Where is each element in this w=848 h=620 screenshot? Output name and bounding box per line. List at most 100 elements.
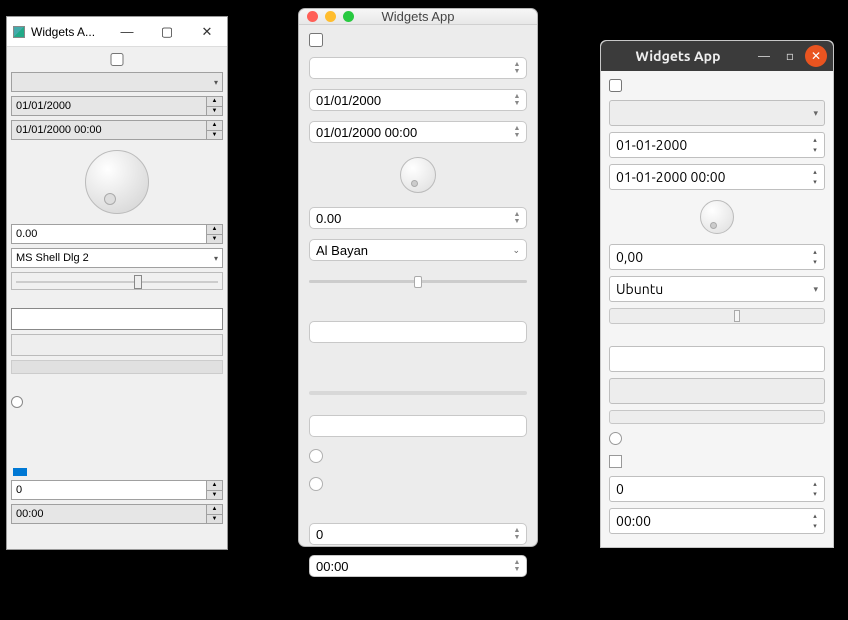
double-value: 0.00 [316,211,341,226]
double-value: 0,00 [616,249,643,265]
font-combobox[interactable]: MS Shell Dlg 2▾ [11,248,223,268]
double-spinbox[interactable]: 0,00 ▴▾ [609,244,825,270]
progress-bar [11,360,223,374]
minimize-button[interactable]: — [107,17,147,47]
zoom-button[interactable] [343,11,354,22]
double-spinbox[interactable]: 0.00 ▲▼ [309,207,527,229]
radio-button[interactable] [609,432,622,445]
spin-buttons[interactable]: ▴▾ [808,479,822,499]
maximize-button[interactable]: ▢ [147,17,187,47]
datetime-value: 01/01/2000 00:00 [316,125,417,140]
datetime-edit[interactable]: 01-01-2000 00:00 ▴▾ [609,164,825,190]
checkbox-2[interactable] [609,455,622,468]
spin-buttons[interactable]: ▲▼ [511,210,523,226]
progress-bar [309,391,527,395]
int-spinbox[interactable]: 0▲▼ [11,480,223,500]
minimize-button[interactable]: — [753,45,775,67]
line-edit[interactable] [11,308,223,330]
minimize-button[interactable] [325,11,336,22]
spin-buttons[interactable]: ▲▼ [206,481,222,499]
datetime-edit[interactable]: 01/01/2000 00:00 ▲▼ [309,121,527,143]
datetime-edit[interactable]: 01/01/2000 00:00 ▲▼ [11,120,223,140]
radio-button[interactable] [309,449,323,463]
dial[interactable] [400,157,436,193]
font-value: MS Shell Dlg 2 [16,252,89,264]
checkbox[interactable] [609,79,622,92]
titlebar-windows[interactable]: Widgets A... — ▢ ✕ [7,17,227,47]
font-combobox[interactable]: Al Bayan ⌄ [309,239,527,261]
window-title: Widgets A... [31,25,107,39]
line-edit-2[interactable] [309,415,527,437]
app-icon [13,26,25,38]
date-value: 01/01/2000 [16,100,71,112]
spin-buttons[interactable]: ▴▾ [808,167,822,187]
vertical-slider[interactable] [13,416,31,476]
font-value: Al Bayan [316,243,368,258]
close-button[interactable]: ✕ [187,17,227,47]
radio-button-2[interactable] [309,477,323,491]
restore-button[interactable]: ▫ [779,45,801,67]
time-edit[interactable]: 00:00▲▼ [11,504,223,524]
font-value: Ubuntu [616,281,663,297]
window-windows: Widgets A... — ▢ ✕ ▾ 01/01/2000 ▲▼ 01/01/… [6,16,228,550]
slider-thumb[interactable] [414,276,422,288]
slider[interactable] [309,271,527,291]
combobox[interactable]: ▾ [609,100,825,126]
slider[interactable] [609,308,825,324]
line-edit-readonly [309,353,527,371]
radio-button[interactable] [11,396,23,408]
time-edit[interactable]: 00:00 ▴▾ [609,508,825,534]
dial[interactable] [700,200,734,234]
window-mac: Widgets App ▲▼ 01/01/2000▲▼ 01/01/2000 0… [298,8,538,547]
checkbox[interactable] [309,33,323,47]
combobox[interactable]: ▾ [11,72,223,92]
line-edit-readonly [11,334,223,356]
spin-buttons[interactable]: ▲▼ [511,124,523,140]
line-edit[interactable] [609,346,825,372]
datetime-value: 01/01/2000 00:00 [16,124,102,136]
close-button[interactable] [307,11,318,22]
time-edit[interactable]: 00:00 ▲▼ [309,555,527,577]
titlebar-ubuntu[interactable]: Widgets App — ▫ ✕ [601,41,833,71]
date-edit[interactable]: 01/01/2000▲▼ [309,89,527,111]
titlebar-mac[interactable]: Widgets App [299,9,537,25]
slider-thumb[interactable] [734,310,740,322]
spin-buttons[interactable]: ▲▼ [511,558,523,574]
int-value: 0 [616,481,624,497]
chevron-down-icon: ▾ [214,78,218,87]
chevron-down-icon: ▾ [813,108,818,119]
spin-buttons[interactable]: ▲▼ [206,121,222,139]
int-spinbox[interactable]: 0 ▴▾ [609,476,825,502]
double-spinbox[interactable]: 0.00 ▲▼ [11,224,223,244]
int-spinbox[interactable]: 0 ▲▼ [309,523,527,545]
combobox[interactable]: ▲▼ [309,57,527,79]
time-value: 00:00 [316,559,349,574]
slider-thumb[interactable] [134,275,142,289]
spin-buttons[interactable]: ▲▼ [511,526,523,542]
int-value: 0 [316,527,323,542]
chevron-down-icon: ⌄ [512,245,520,256]
slider-thumb[interactable] [13,468,27,476]
progress-bar [609,410,825,424]
spin-buttons[interactable]: ▲▼ [206,97,222,115]
spin-buttons[interactable]: ▲▼ [511,92,523,108]
datetime-value: 01-01-2000 00:00 [616,169,726,185]
line-edit-readonly [609,378,825,404]
window-title: Widgets App [607,48,749,64]
font-combobox[interactable]: Ubuntu▾ [609,276,825,302]
spin-buttons[interactable]: ▴▾ [808,135,822,155]
spin-buttons[interactable]: ▲▼ [206,505,222,523]
close-button[interactable]: ✕ [805,45,827,67]
spin-buttons[interactable]: ▴▾ [808,247,822,267]
date-edit[interactable]: 01-01-2000 ▴▾ [609,132,825,158]
dial[interactable] [85,150,149,214]
line-edit[interactable] [309,321,527,343]
double-value: 0.00 [16,228,37,240]
date-value: 01-01-2000 [616,137,687,153]
spin-buttons[interactable]: ▴▾ [808,511,822,531]
lcd-frame [11,272,223,290]
checkbox[interactable] [13,53,221,66]
date-edit[interactable]: 01/01/2000 ▲▼ [11,96,223,116]
spin-buttons[interactable]: ▲▼ [206,225,222,243]
time-value: 00:00 [616,513,651,529]
